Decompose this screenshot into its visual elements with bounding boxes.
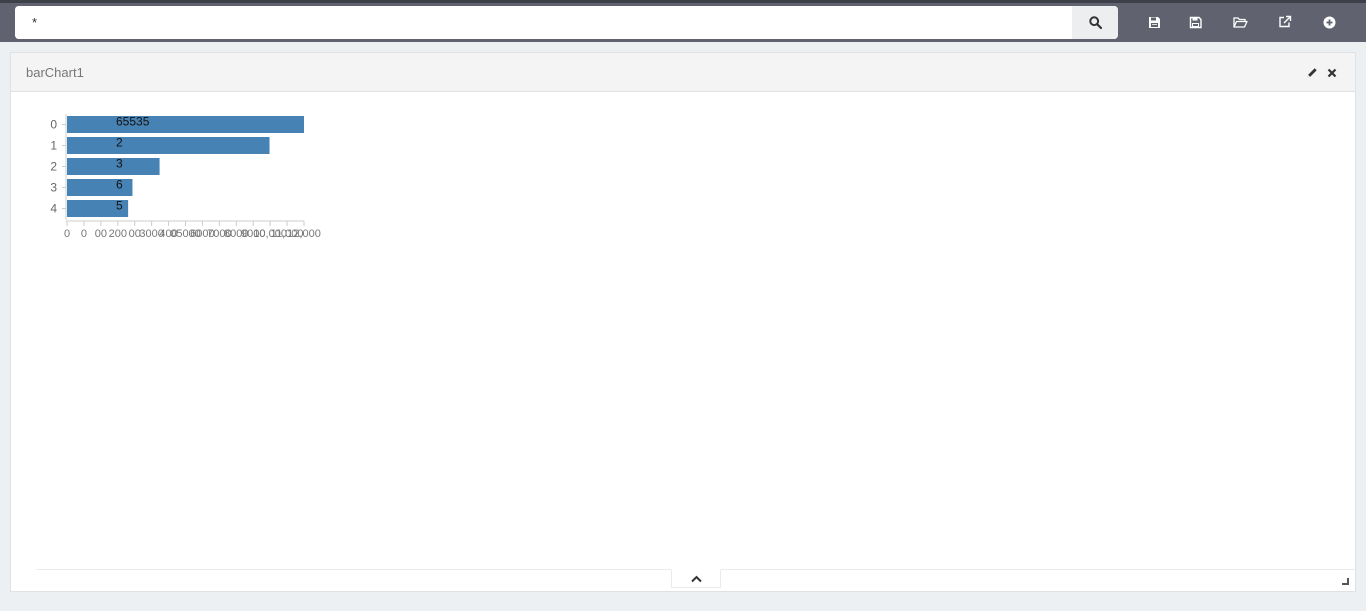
x-tick-label: 0 [81,228,87,240]
collapse-button[interactable] [671,569,721,588]
add-button[interactable] [1316,9,1342,35]
top-toolbar [0,0,1366,42]
pencil-icon [1307,68,1317,78]
external-link-icon [1279,15,1292,28]
bar-value-label: 65535 [116,115,150,129]
x-tick-label: 12,000 [287,228,321,240]
bar-value-label: 2 [116,136,123,150]
x-tick-label: 0 [64,228,70,240]
external-link-button[interactable] [1272,9,1298,35]
resize-handle[interactable] [1342,578,1349,585]
x-tick-label: 00 [95,228,107,240]
search-box [15,6,1118,39]
chevron-up-icon [690,575,702,582]
bar-value-label: 5 [116,199,123,213]
panel-title: barChart1 [26,65,84,80]
close-icon [1327,68,1337,78]
y-tick-label: 1 [50,139,57,153]
save-icon [1189,16,1202,28]
y-tick-label: 3 [50,181,57,195]
search-button[interactable] [1072,6,1118,39]
edit-button[interactable] [1304,65,1320,81]
search-icon [1088,16,1102,29]
search-input[interactable] [15,6,1072,39]
bar [67,137,270,154]
folder-open-icon [1232,16,1248,28]
open-folder-button[interactable] [1227,9,1253,35]
save-as-button[interactable] [1141,9,1167,35]
panel-header: barChart1 [11,53,1355,92]
bar [67,116,304,133]
plus-circle-icon [1323,16,1335,28]
y-tick-label: 2 [50,160,57,174]
save-as-icon [1148,16,1160,28]
y-tick-label: 4 [50,202,57,216]
close-button[interactable] [1324,65,1340,81]
x-tick-label: 200 [109,228,127,240]
chart-panel: barChart1 0 65535 1 2 2 3 3 6 4 5 0 0 00 200 00 3000 400… [10,52,1357,592]
bar [67,158,160,175]
bar-value-label: 3 [116,157,123,171]
bar-value-label: 6 [116,178,123,192]
y-tick-label: 0 [50,118,57,132]
save-button[interactable] [1182,9,1208,35]
bar-chart: 0 655351 22 33 64 50 0 00 200 0030004000500060007… [50,114,321,240]
